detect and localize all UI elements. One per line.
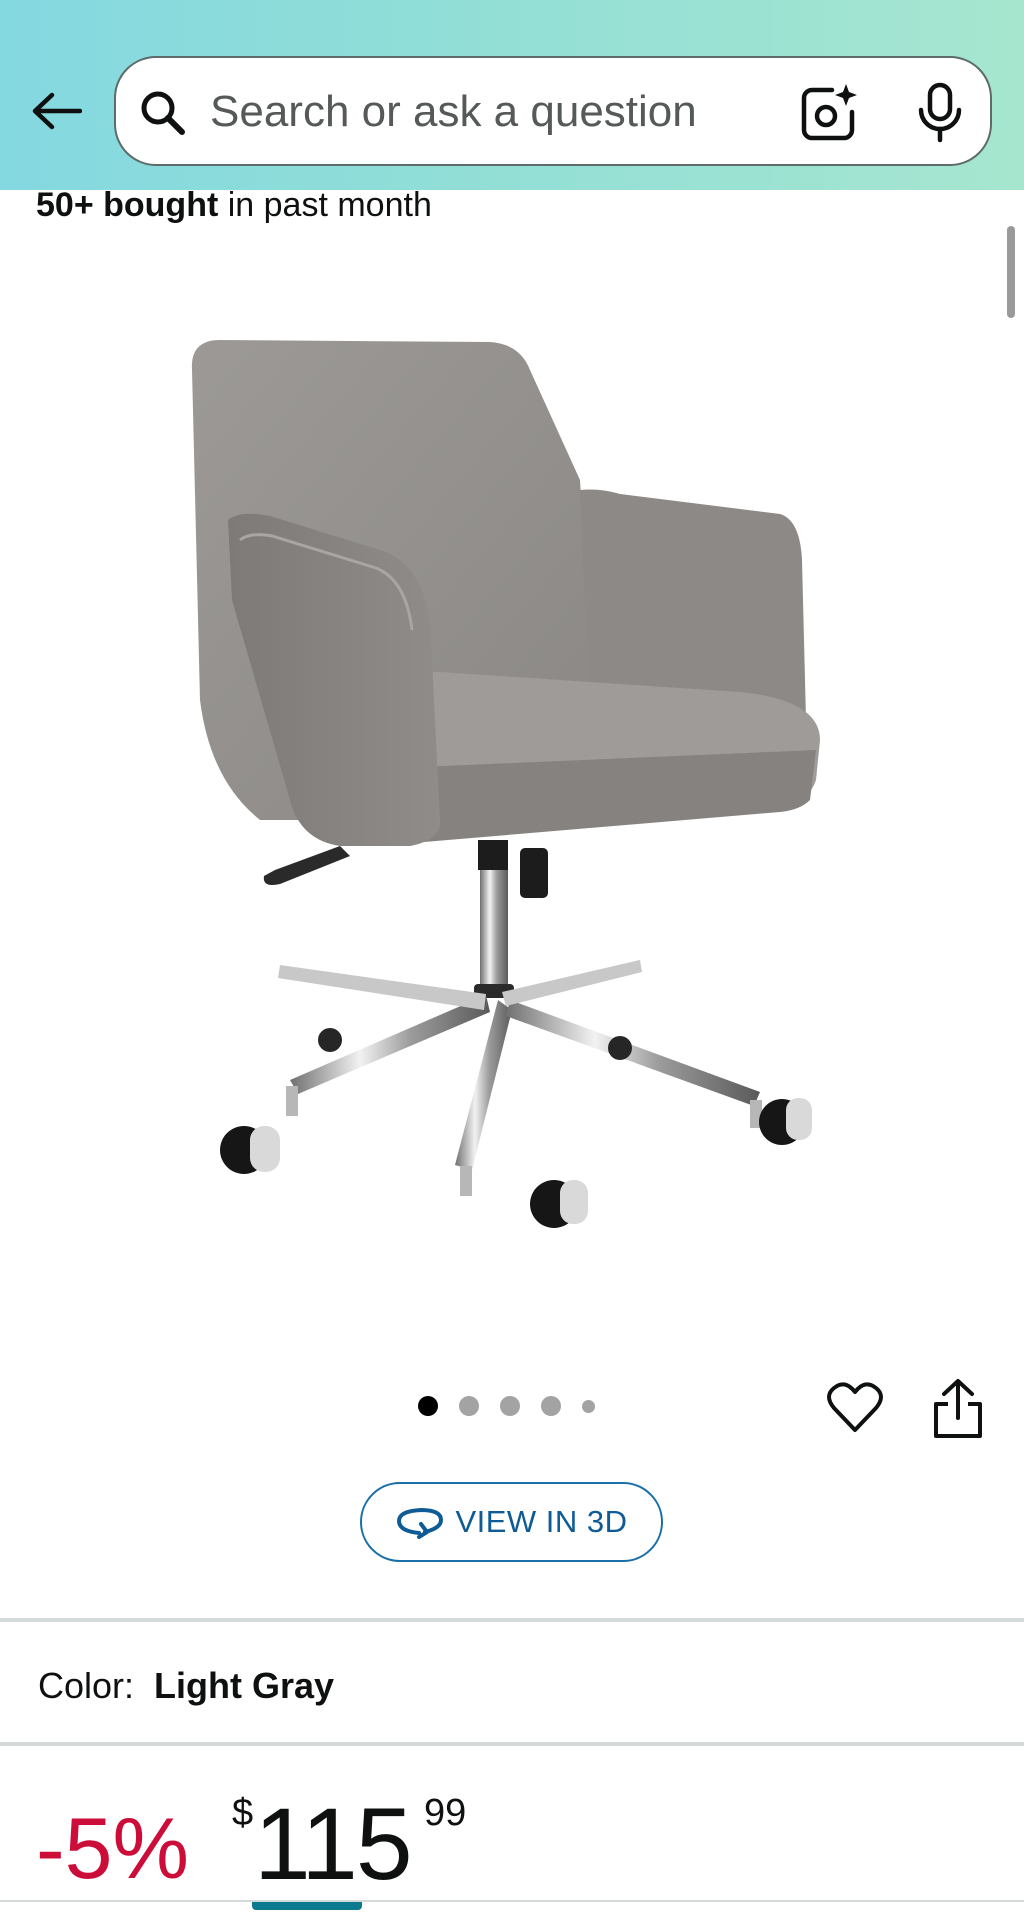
share-icon[interactable] (930, 1378, 986, 1440)
camera-sparkle-icon[interactable] (798, 82, 860, 144)
view-in-3d-button[interactable]: VIEW IN 3D (360, 1482, 663, 1562)
price-whole: 115 (254, 1787, 413, 1901)
pagination-dot[interactable] (582, 1399, 595, 1413)
bought-in-past-month: 50+ bought in past month (36, 186, 432, 225)
heart-icon[interactable] (826, 1380, 884, 1436)
active-tab-indicator (252, 1902, 362, 1910)
arrow-left-icon (32, 92, 82, 130)
color-label: Color: (38, 1665, 135, 1706)
color-selection[interactable]: Color: Light Gray (38, 1665, 334, 1707)
scrollbar[interactable] (1007, 226, 1015, 318)
pagination-dot[interactable] (541, 1396, 561, 1416)
microphone-icon[interactable] (912, 82, 968, 144)
color-value: Light Gray (154, 1665, 335, 1706)
image-pagination (418, 1396, 616, 1416)
back-button[interactable] (26, 86, 86, 136)
search-input[interactable] (210, 78, 810, 146)
price-fraction: 99 (424, 1792, 467, 1834)
bought-suffix: in past month (218, 186, 432, 224)
divider (0, 1742, 1024, 1746)
pagination-dot[interactable] (459, 1396, 479, 1416)
search-icon (141, 91, 185, 135)
top-header (0, 0, 1024, 190)
divider (0, 1900, 1024, 1902)
product-image[interactable] (180, 300, 840, 1260)
search-bar[interactable] (114, 56, 992, 166)
pagination-dot[interactable] (500, 1396, 520, 1416)
divider (0, 1618, 1024, 1622)
bought-count: 50+ bought (36, 186, 219, 224)
pagination-dot[interactable] (418, 1396, 438, 1416)
discount-percentage: -5% (36, 1801, 189, 1897)
price-currency: $ (232, 1792, 254, 1834)
rotate-3d-icon (397, 1507, 444, 1539)
view-in-3d-label: VIEW IN 3D (455, 1504, 628, 1539)
